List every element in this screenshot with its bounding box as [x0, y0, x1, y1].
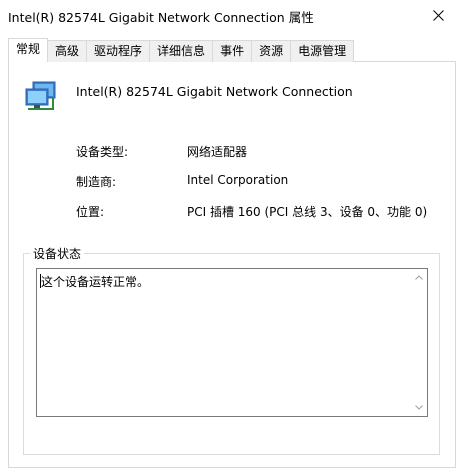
title-bar: Intel(R) 82574L Gigabit Network Connecti… — [0, 0, 461, 31]
tab-general[interactable]: 常规 — [8, 38, 49, 62]
device-name: Intel(R) 82574L Gigabit Network Connecti… — [76, 84, 353, 99]
location-label: 位置: — [76, 205, 105, 219]
manufacturer-value: Intel Corporation — [187, 173, 289, 187]
device-type-value: 网络适配器 — [187, 145, 248, 159]
network-adapter-icon — [25, 81, 56, 110]
device-status-textbox[interactable]: 这个设备运转正常。 — [36, 268, 428, 417]
manufacturer-label: 制造商: — [76, 175, 117, 189]
tab-resources[interactable]: 资源 — [251, 40, 292, 62]
scroll-up-button[interactable] — [410, 269, 427, 286]
status-scrollbar[interactable] — [410, 269, 427, 416]
tab-advanced[interactable]: 高级 — [47, 40, 88, 62]
chevron-down-icon — [414, 405, 423, 410]
device-status-text: 这个设备运转正常。 — [41, 275, 150, 289]
close-button[interactable] — [415, 0, 461, 31]
chevron-up-icon — [414, 275, 423, 280]
location-value: PCI 插槽 160 (PCI 总线 3、设备 0、功能 0) — [187, 205, 428, 219]
tab-details[interactable]: 详细信息 — [149, 40, 214, 62]
tab-events[interactable]: 事件 — [212, 40, 253, 62]
tab-driver[interactable]: 驱动程序 — [86, 40, 151, 62]
device-type-label: 设备类型: — [76, 145, 129, 159]
device-status-title: 设备状态 — [30, 245, 85, 262]
tab-strip: 常规 高级 驱动程序 详细信息 事件 资源 电源管理 — [8, 38, 355, 62]
tab-power-management[interactable]: 电源管理 — [290, 40, 355, 62]
scroll-down-button[interactable] — [410, 399, 427, 416]
window-title: Intel(R) 82574L Gigabit Network Connecti… — [8, 10, 314, 25]
close-icon — [432, 10, 444, 21]
